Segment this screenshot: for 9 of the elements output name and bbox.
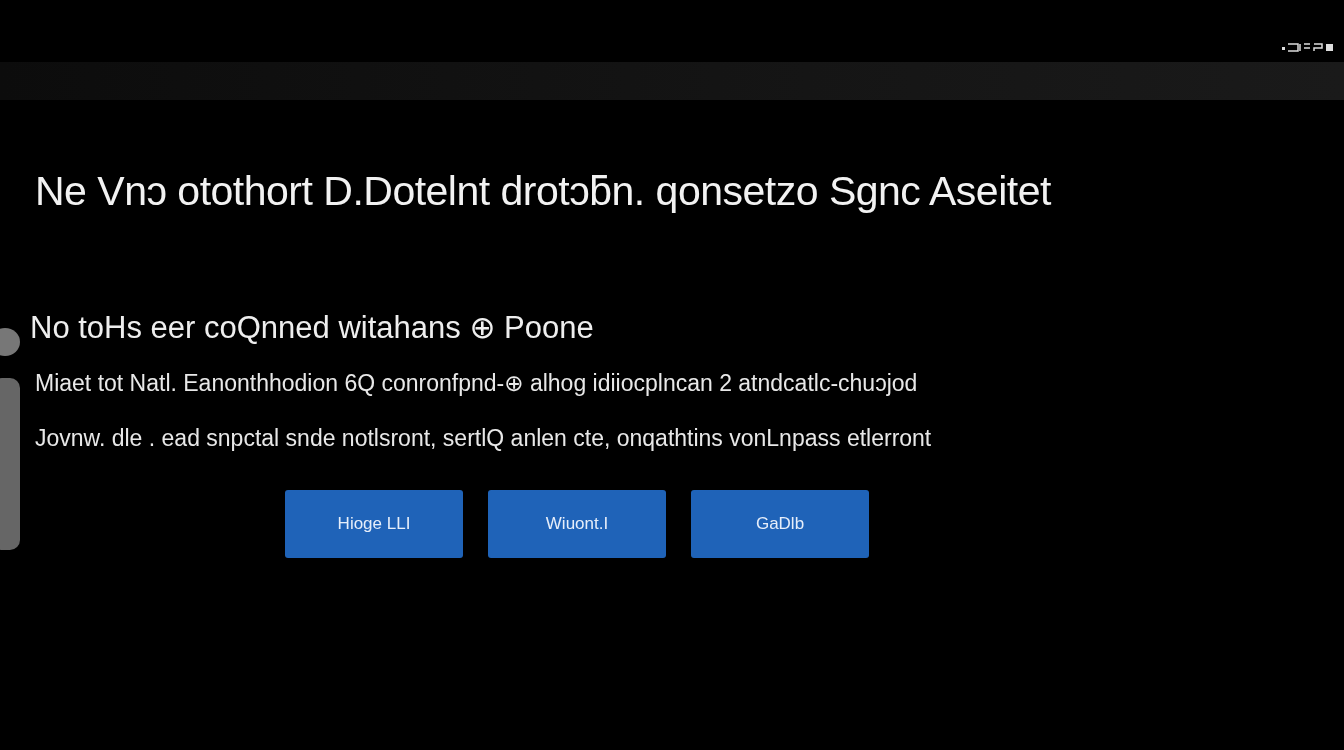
action-button[interactable]: GaDlb [691,490,869,558]
action-button[interactable]: Hioge LLI [285,490,463,558]
action-button[interactable]: Wiuont.I [488,490,666,558]
body-text: Miaet tot Natl. Eanonthhodion 6Q conronfpnd-⊕ alhog idiiocplncan 2 atndcatlc-chuɔjod [35,370,919,397]
heading: Ne Vnɔ otothort D.Dotelnt drotɔƃn. qonsetzo Sgnc Aseitet [35,168,1052,215]
scrollbar[interactable] [0,378,20,550]
subheading: No toHs eer coQnned witahans ⊕ Poone [30,309,595,346]
body-text: Jovnw. dle . ead snpctal snde notlsront, sertlQ anlen cte, onqathtins vonLnpass etlerront [35,425,933,452]
status-icons-drawing [1282,42,1334,52]
